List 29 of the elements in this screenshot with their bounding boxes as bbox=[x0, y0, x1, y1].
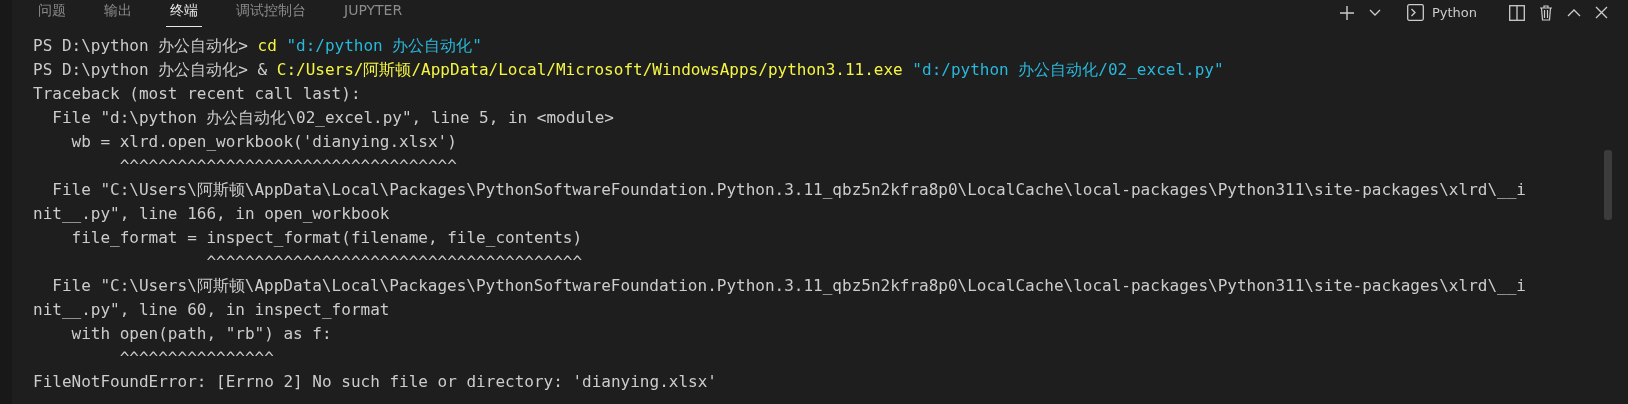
terminal-line: File "d:\python 办公自动化\02_excel.py", line 5, in <module> bbox=[51, 107, 615, 129]
split-icon[interactable] bbox=[1509, 4, 1525, 21]
panel-tab[interactable]: 调试控制台 bbox=[232, 0, 310, 27]
terminal-line: ^^^^^^^^^^^^^^^^^^^^^^^^^^^^^^^^^^^ bbox=[118, 155, 458, 177]
terminal-name[interactable]: Python bbox=[1431, 5, 1477, 20]
terminal-line: File "C:\Users\阿斯顿\AppData\Local\Packages\PythonSoftwareFoundation.Python.3.11_qbz5n2kfra8p0\LocalCache\local-packages\Python311\site-packages\xlrd\__i bbox=[51, 275, 1526, 297]
panel-tab[interactable]: JUPYTER bbox=[340, 0, 407, 27]
terminal-icon[interactable] bbox=[1406, 4, 1424, 21]
panel-tab[interactable]: 终端 bbox=[166, 0, 202, 27]
scrollbar-thumb[interactable] bbox=[1604, 150, 1612, 220]
add-terminal-icon[interactable] bbox=[1338, 4, 1355, 21]
chevron-up-icon[interactable] bbox=[1567, 8, 1581, 17]
chevron-down-icon[interactable] bbox=[1368, 8, 1381, 17]
close-icon[interactable] bbox=[1595, 6, 1608, 19]
terminal-line: with open(path, "rb") as f: bbox=[70, 323, 333, 345]
terminal-line: file_format = inspect_format(filename, file_contents) bbox=[70, 227, 584, 249]
terminal-line: File "C:\Users\阿斯顿\AppData\Local\Packages\PythonSoftwareFoundation.Python.3.11_qbz5n2kfra8p0\LocalCache\local-packages\Python311\site-packages\xlrd\__i bbox=[51, 179, 1526, 201]
terminal-line: nit__.py", line 166, in open_workbook bbox=[33, 203, 391, 225]
panel-tab[interactable]: 问题 bbox=[34, 0, 70, 27]
terminal-line: ^^^^^^^^^^^^^^^^ bbox=[118, 347, 275, 369]
terminal-line: FileNotFoundError: [Errno 2] No such file or directory: 'dianying.xlsx' bbox=[33, 371, 718, 393]
terminal-line: ^^^^^^^^^^^^^^^^^^^^^^^^^^^^^^^^^^^^^^^ bbox=[205, 251, 584, 273]
terminal-line: PS D:\python 办公自动化> cd "d:/python 办公自动化" bbox=[33, 35, 483, 57]
panel-tab[interactable]: 输出 bbox=[100, 0, 136, 27]
terminal-line: nit__.py", line 60, in inspect_format bbox=[33, 299, 391, 321]
terminal-line: PS D:\python 办公自动化> & C:/Users/阿斯顿/AppData/Local/Microsoft/WindowsApps/python3.11.exe "d:/python 办公自动化/02_excel.py" bbox=[33, 59, 1225, 81]
trash-icon[interactable] bbox=[1539, 4, 1553, 21]
terminal-line: wb = xlrd.open_workbook('dianying.xlsx') bbox=[70, 131, 458, 153]
terminal-line: Traceback (most recent call last): bbox=[33, 83, 362, 105]
